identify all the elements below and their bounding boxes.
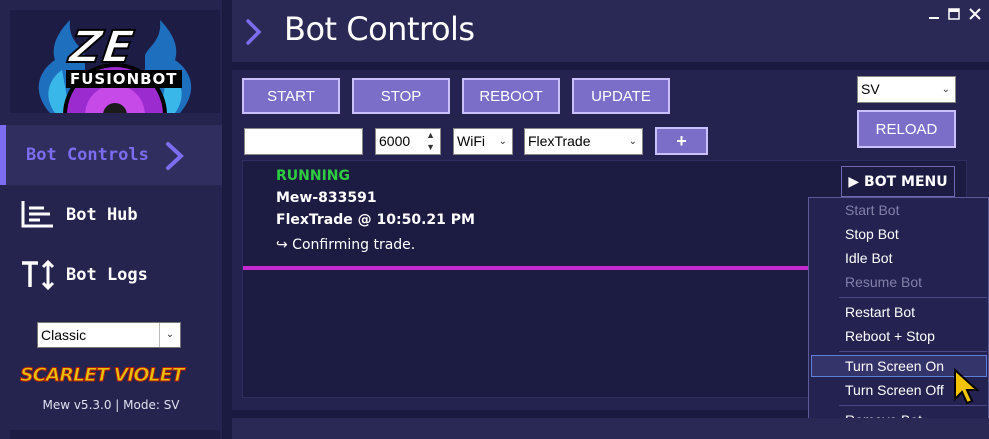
game-logo: SCARLET VIOLET bbox=[20, 364, 186, 387]
menu-item-start-bot[interactable]: Start Bot bbox=[845, 202, 899, 218]
sidebar-footer bbox=[10, 430, 220, 439]
version-label: Mew v5.3.0 | Mode: SV bbox=[42, 398, 180, 412]
bot-progress-bar bbox=[243, 266, 809, 270]
port-stepper[interactable]: 6000 ▲ ▼ bbox=[375, 128, 441, 155]
menu-divider bbox=[839, 297, 987, 298]
protocol-select[interactable]: WiFi ⌄ bbox=[453, 128, 513, 155]
maximize-icon[interactable] bbox=[946, 6, 962, 22]
chevron-down-icon: ⌄ bbox=[159, 323, 180, 347]
nav-item-label: Bot Hub bbox=[66, 205, 138, 225]
routine-select-value: FlexTrade bbox=[528, 133, 591, 149]
add-bot-button[interactable]: + bbox=[655, 127, 708, 155]
cursor-icon bbox=[954, 367, 980, 405]
logo-subtitle: FUSIONBOT bbox=[66, 70, 182, 88]
stop-button[interactable]: STOP bbox=[352, 78, 450, 114]
menu-item-stop-bot[interactable]: Stop Bot bbox=[845, 226, 899, 242]
chart-icon bbox=[21, 201, 53, 228]
update-button[interactable]: UPDATE bbox=[572, 78, 670, 114]
bot-name: Mew-833591 bbox=[276, 190, 377, 206]
theme-select-value: Classic bbox=[41, 327, 87, 343]
chevron-down-icon: ⌄ bbox=[498, 136, 507, 147]
reload-button[interactable]: RELOAD bbox=[857, 110, 956, 148]
chevron-down-icon: ⌄ bbox=[628, 136, 637, 147]
menu-item-reboot-stop[interactable]: Reboot + Stop bbox=[845, 328, 935, 344]
menu-item-turn-screen-off[interactable]: Turn Screen Off bbox=[845, 382, 944, 398]
close-icon[interactable] bbox=[967, 6, 983, 22]
reboot-button[interactable]: REBOOT bbox=[462, 78, 560, 114]
status-badge: RUNNING bbox=[276, 168, 350, 184]
chevron-right-icon bbox=[166, 142, 184, 170]
menu-item-turn-screen-on[interactable]: Turn Screen On bbox=[845, 358, 944, 374]
game-select-value: SV bbox=[861, 81, 880, 97]
bot-action: ↪ Confirming trade. bbox=[276, 237, 416, 253]
menu-item-resume-bot[interactable]: Resume Bot bbox=[845, 274, 922, 290]
routine-select[interactable]: FlexTrade ⌄ bbox=[524, 128, 643, 155]
chevron-down-icon: ⌄ bbox=[941, 84, 950, 95]
logo-title: ZE bbox=[65, 21, 138, 74]
active-indicator bbox=[0, 125, 6, 185]
menu-divider bbox=[839, 351, 987, 352]
bot-routine-time: FlexTrade @ 10:50.21 PM bbox=[276, 212, 475, 228]
minimize-icon[interactable] bbox=[926, 6, 942, 22]
sidebar: ZE FUSIONBOT Bot Controls Bot Hub Bot Lo… bbox=[0, 0, 222, 439]
menu-divider bbox=[839, 405, 987, 406]
chevron-right-icon bbox=[246, 19, 262, 45]
app-logo: ZE FUSIONBOT bbox=[10, 10, 220, 113]
nav-item-bot-controls[interactable]: Bot Controls bbox=[0, 125, 222, 185]
port-value: 6000 bbox=[379, 133, 411, 149]
nav-item-bot-logs[interactable]: Bot Logs bbox=[0, 245, 222, 305]
chevron-down-icon[interactable]: ▼ bbox=[426, 135, 435, 160]
start-button[interactable]: START bbox=[242, 78, 340, 114]
page-header: Bot Controls bbox=[232, 0, 989, 62]
nav-item-label: Bot Logs bbox=[66, 265, 148, 285]
bottom-panel bbox=[232, 418, 989, 439]
text-size-icon bbox=[22, 259, 55, 291]
page-title: Bot Controls bbox=[284, 10, 475, 48]
protocol-select-value: WiFi bbox=[457, 133, 485, 149]
theme-select[interactable]: Classic ⌄ bbox=[37, 322, 181, 348]
bot-menu-button[interactable]: ▶ BOT MENU bbox=[841, 166, 955, 197]
nav-item-bot-hub[interactable]: Bot Hub bbox=[0, 185, 222, 245]
game-select[interactable]: SV ⌄ bbox=[857, 76, 956, 103]
nav-item-label: Bot Controls bbox=[26, 145, 149, 165]
ip-input[interactable] bbox=[244, 128, 363, 155]
menu-item-idle-bot[interactable]: Idle Bot bbox=[845, 250, 892, 266]
menu-item-restart-bot[interactable]: Restart Bot bbox=[845, 304, 915, 320]
